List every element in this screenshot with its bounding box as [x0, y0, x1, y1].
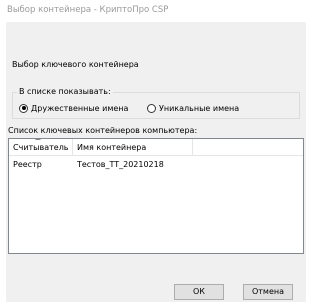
column-header-container-name[interactable]: Имя контейнера — [73, 139, 193, 156]
radio-dot-icon — [21, 106, 26, 110]
title-bar: Выбор контейнера - КриптоПро CSP — [0, 0, 312, 22]
display-mode-group: В списке показывать: Дружественные имена… — [12, 87, 300, 119]
unique-names-label: Уникальные имена — [159, 103, 240, 113]
list-item-container-name: Тестов_TT_20210218 — [77, 160, 164, 169]
column-header-reader[interactable]: Считыватель — [9, 139, 73, 156]
window-title: Выбор контейнера - КриптоПро CSP — [7, 5, 169, 15]
list-item[interactable]: Реестр Тестов_TT_20210218 — [9, 157, 303, 172]
dialog-heading: Выбор ключевого контейнера — [12, 60, 139, 69]
container-list-caption: Список ключевых контейнеров компьютера: — [8, 126, 198, 135]
column-header-reader-label: Считыватель — [13, 143, 69, 152]
sort-ascending-icon — [35, 139, 41, 140]
radio-selected-icon[interactable] — [19, 103, 28, 113]
unique-names-radio[interactable]: Уникальные имена — [147, 102, 239, 114]
container-list[interactable]: Считыватель Имя контейнера Реестр Тестов… — [8, 138, 304, 254]
display-mode-legend: В списке показывать: — [17, 87, 113, 96]
column-header-container-name-label: Имя контейнера — [77, 143, 147, 152]
list-item-reader: Реестр — [13, 160, 42, 169]
friendly-names-radio[interactable]: Дружественные имена — [19, 102, 128, 114]
radio-unselected-icon[interactable] — [147, 103, 156, 113]
list-header: Считыватель Имя контейнера — [9, 139, 303, 156]
ok-button[interactable]: ОК — [174, 284, 224, 300]
cancel-button[interactable]: Отмена — [243, 284, 293, 300]
dialog-body: Выбор ключевого контейнера В списке пока… — [6, 22, 306, 302]
friendly-names-label: Дружественные имена — [31, 103, 129, 113]
